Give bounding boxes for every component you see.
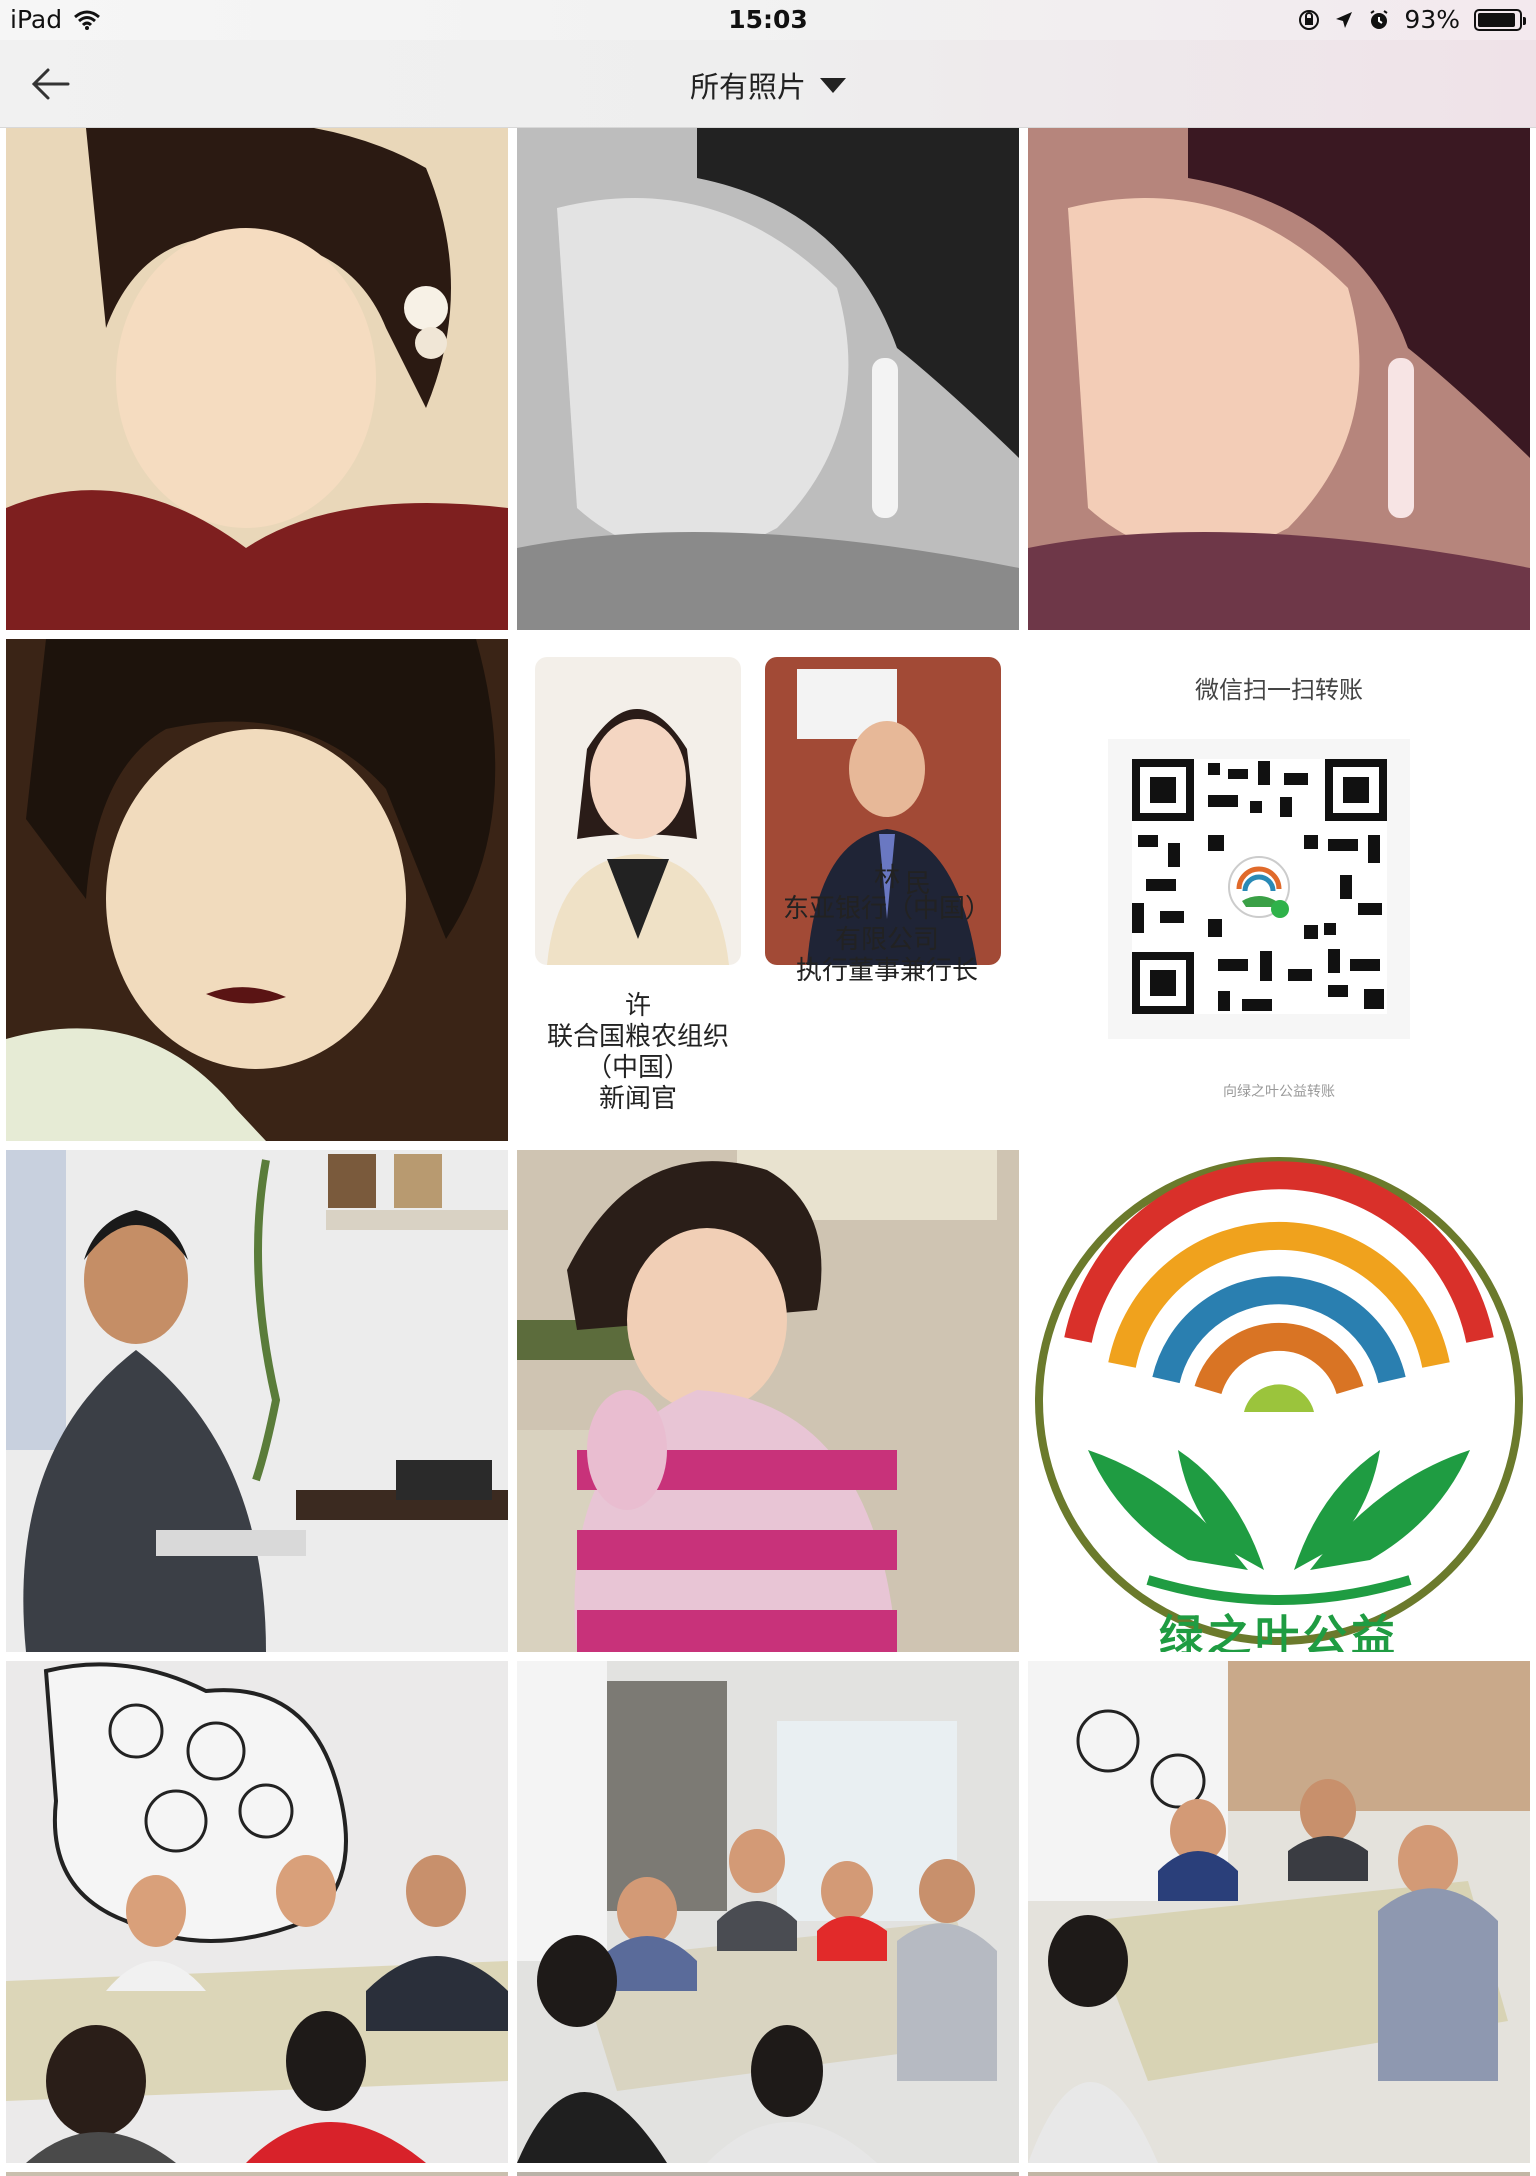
album-dropdown[interactable]: 所有照片 <box>690 64 846 106</box>
logo-text: 绿之叶公益 <box>1159 1611 1399 1653</box>
caret-down-icon <box>820 77 846 93</box>
card-left-name: 许 <box>624 991 651 1021</box>
status-right: 93% <box>1298 5 1526 34</box>
photo-vintage-portrait <box>6 128 508 630</box>
card-left-line: 新闻官 <box>598 1084 677 1114</box>
photo-tile[interactable] <box>1028 1661 1530 2163</box>
photo-sepia-portrait <box>6 639 508 1141</box>
photo-tile[interactable] <box>517 128 1019 630</box>
charity-logo <box>1028 1150 1530 1652</box>
card-left-line: 联合国粮农组织 <box>546 1022 729 1052</box>
status-bar: iPad 15:03 93% <box>0 0 1536 40</box>
card-right-name-wrap: 林 <box>761 863 1013 894</box>
photo-bw-portrait <box>517 128 1019 630</box>
card-right-text: 林 东亚银行（中国） 有限公司 执行董事兼行长 <box>761 863 1013 987</box>
card-right-line: 执行董事兼行长 <box>795 956 978 986</box>
card-right-line: 东亚银行（中国） <box>782 894 991 924</box>
photo-meeting-group <box>1028 1661 1530 2163</box>
photo-tile[interactable] <box>6 2172 508 2176</box>
photo-tinted-portrait <box>1028 128 1530 630</box>
photo-tile[interactable]: 绿之叶公益 <box>1028 1150 1530 1652</box>
card-left-text: 许 联合国粮农组织 （中国） 新闻官 <box>517 991 759 1115</box>
photo-tile[interactable]: 微信扫一扫转账 向绿之叶公益转账 <box>1028 639 1530 1141</box>
qr-code-image <box>1108 739 1410 1039</box>
photo-tile[interactable] <box>6 639 508 1141</box>
alarm-icon <box>1370 9 1388 29</box>
title-container: 所有照片 <box>0 64 1536 106</box>
photo-tile[interactable] <box>6 1661 508 2163</box>
card-right-name: 林 <box>873 863 900 893</box>
photo-tile[interactable] <box>517 1661 1019 2163</box>
location-icon <box>1336 11 1353 28</box>
photo-tile[interactable] <box>6 1150 508 1652</box>
qr-caption: 向绿之叶公益转账 <box>1223 1084 1335 1100</box>
battery-percent: 93% <box>1404 5 1460 34</box>
card-left-line: （中国） <box>585 1053 690 1083</box>
card-right-line: 有限公司 <box>834 925 939 955</box>
photo-man-sitting <box>6 1150 508 1652</box>
photo-tile[interactable] <box>1028 128 1530 630</box>
photo-tile[interactable] <box>6 128 508 630</box>
orientation-lock-icon <box>1299 9 1320 30</box>
photo-tile[interactable] <box>517 1150 1019 1652</box>
photo-meeting-room <box>6 1661 508 2163</box>
photo-tile[interactable] <box>1028 2172 1530 2176</box>
photo-meeting-table <box>517 1661 1019 2163</box>
nav-bar: 所有照片 <box>0 40 1536 128</box>
battery-fill <box>1478 12 1515 27</box>
photo-tile[interactable] <box>517 2172 1019 2176</box>
battery-icon <box>1474 8 1526 31</box>
photo-girl-classroom <box>517 1150 1019 1652</box>
album-title: 所有照片 <box>689 70 806 104</box>
